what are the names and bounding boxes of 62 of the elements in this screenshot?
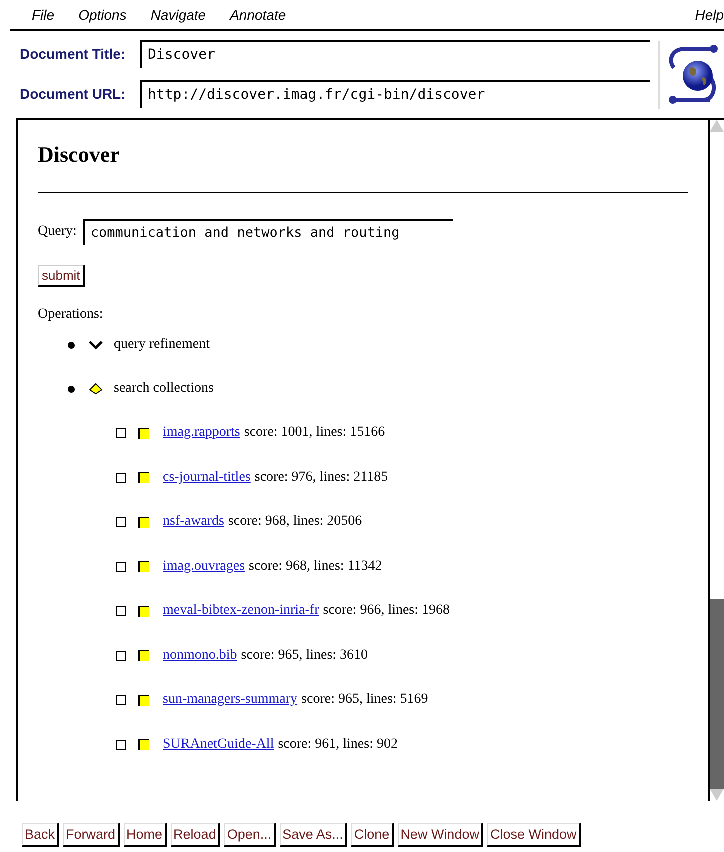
checkbox[interactable]	[116, 695, 126, 706]
checkbox[interactable]	[116, 650, 126, 661]
menu-item[interactable]: File	[32, 6, 55, 22]
checkbox[interactable]	[116, 606, 126, 616]
collection-link[interactable]: imag.ouvrages	[163, 558, 250, 574]
query-field[interactable]: communication and networks and routing	[82, 219, 453, 245]
nav-button[interactable]: Back	[22, 823, 60, 847]
score-text: score: 965, lines: 3610	[241, 648, 368, 663]
collection-icon	[138, 472, 149, 484]
collection-link[interactable]: cs-journal-titles	[163, 470, 255, 485]
collection-link[interactable]: nonmono.bib	[163, 648, 242, 663]
nav-button[interactable]: New Window	[398, 823, 484, 847]
operations-label: Operations:	[38, 307, 104, 323]
menu-item[interactable]: Options	[78, 6, 127, 22]
nav-button[interactable]: Save As...	[280, 823, 348, 847]
collection-icon	[138, 516, 149, 528]
collection-icon	[138, 650, 149, 662]
collection-link[interactable]: sun-managers-summary	[163, 692, 302, 708]
nav-button[interactable]: Home	[124, 823, 167, 847]
score-text: score: 966, lines: 1968	[323, 603, 450, 618]
field-label: Document Title:	[20, 46, 127, 62]
nav-button[interactable]: Clone	[351, 823, 394, 847]
operation-label: query refinement	[114, 337, 210, 353]
url-field[interactable]: http://discover.imag.fr/cgi-bin/discover	[140, 80, 650, 108]
nav-button[interactable]: Reload	[170, 823, 220, 847]
collection-icon	[138, 694, 149, 706]
title-field[interactable]: Discover	[140, 40, 650, 68]
score-text: score: 965, lines: 5169	[302, 692, 428, 708]
checkbox[interactable]	[116, 472, 126, 483]
collection-link[interactable]: imag.rapports	[163, 425, 244, 440]
down-chevron-icon[interactable]	[88, 339, 104, 351]
collection-link[interactable]: SURAnetGuide-All	[163, 736, 278, 752]
checkbox[interactable]	[116, 517, 126, 528]
submit-button[interactable]: submit	[38, 265, 86, 287]
checkbox[interactable]	[116, 562, 126, 572]
menu-item[interactable]: Help	[695, 6, 724, 22]
bullet-icon	[68, 386, 75, 392]
score-text: score: 961, lines: 902	[278, 736, 398, 752]
bullet-icon	[68, 342, 75, 348]
collection-icon	[138, 606, 149, 617]
scrollbar[interactable]	[708, 120, 724, 801]
page-heading: Discover	[38, 142, 121, 168]
score-text: score: 976, lines: 21185	[254, 470, 388, 485]
nav-button[interactable]: Close Window	[487, 823, 581, 847]
collection-link[interactable]: meval-bibtex-zenon-inria-fr	[163, 603, 324, 618]
nav-button[interactable]: Open...	[224, 823, 276, 847]
menu-item[interactable]: Annotate	[230, 6, 286, 22]
collection-icon	[138, 561, 149, 572]
menu-item[interactable]: Navigate	[150, 6, 206, 22]
score-text: score: 968, lines: 11342	[249, 558, 382, 574]
field-label: Document URL:	[20, 86, 127, 102]
collection-icon	[138, 428, 149, 439]
score-text: score: 1001, lines: 15166	[244, 425, 386, 440]
operation-label: search collections	[114, 381, 214, 397]
score-text: score: 968, lines: 20506	[228, 514, 362, 530]
checkbox[interactable]	[116, 740, 126, 750]
collection-link[interactable]: nsf-awards	[163, 514, 228, 530]
nav-button[interactable]: Forward	[63, 823, 120, 847]
query-label: Query:	[38, 224, 77, 240]
up-arrow-icon[interactable]	[88, 383, 104, 395]
collection-icon	[138, 739, 149, 750]
checkbox[interactable]	[116, 428, 126, 438]
